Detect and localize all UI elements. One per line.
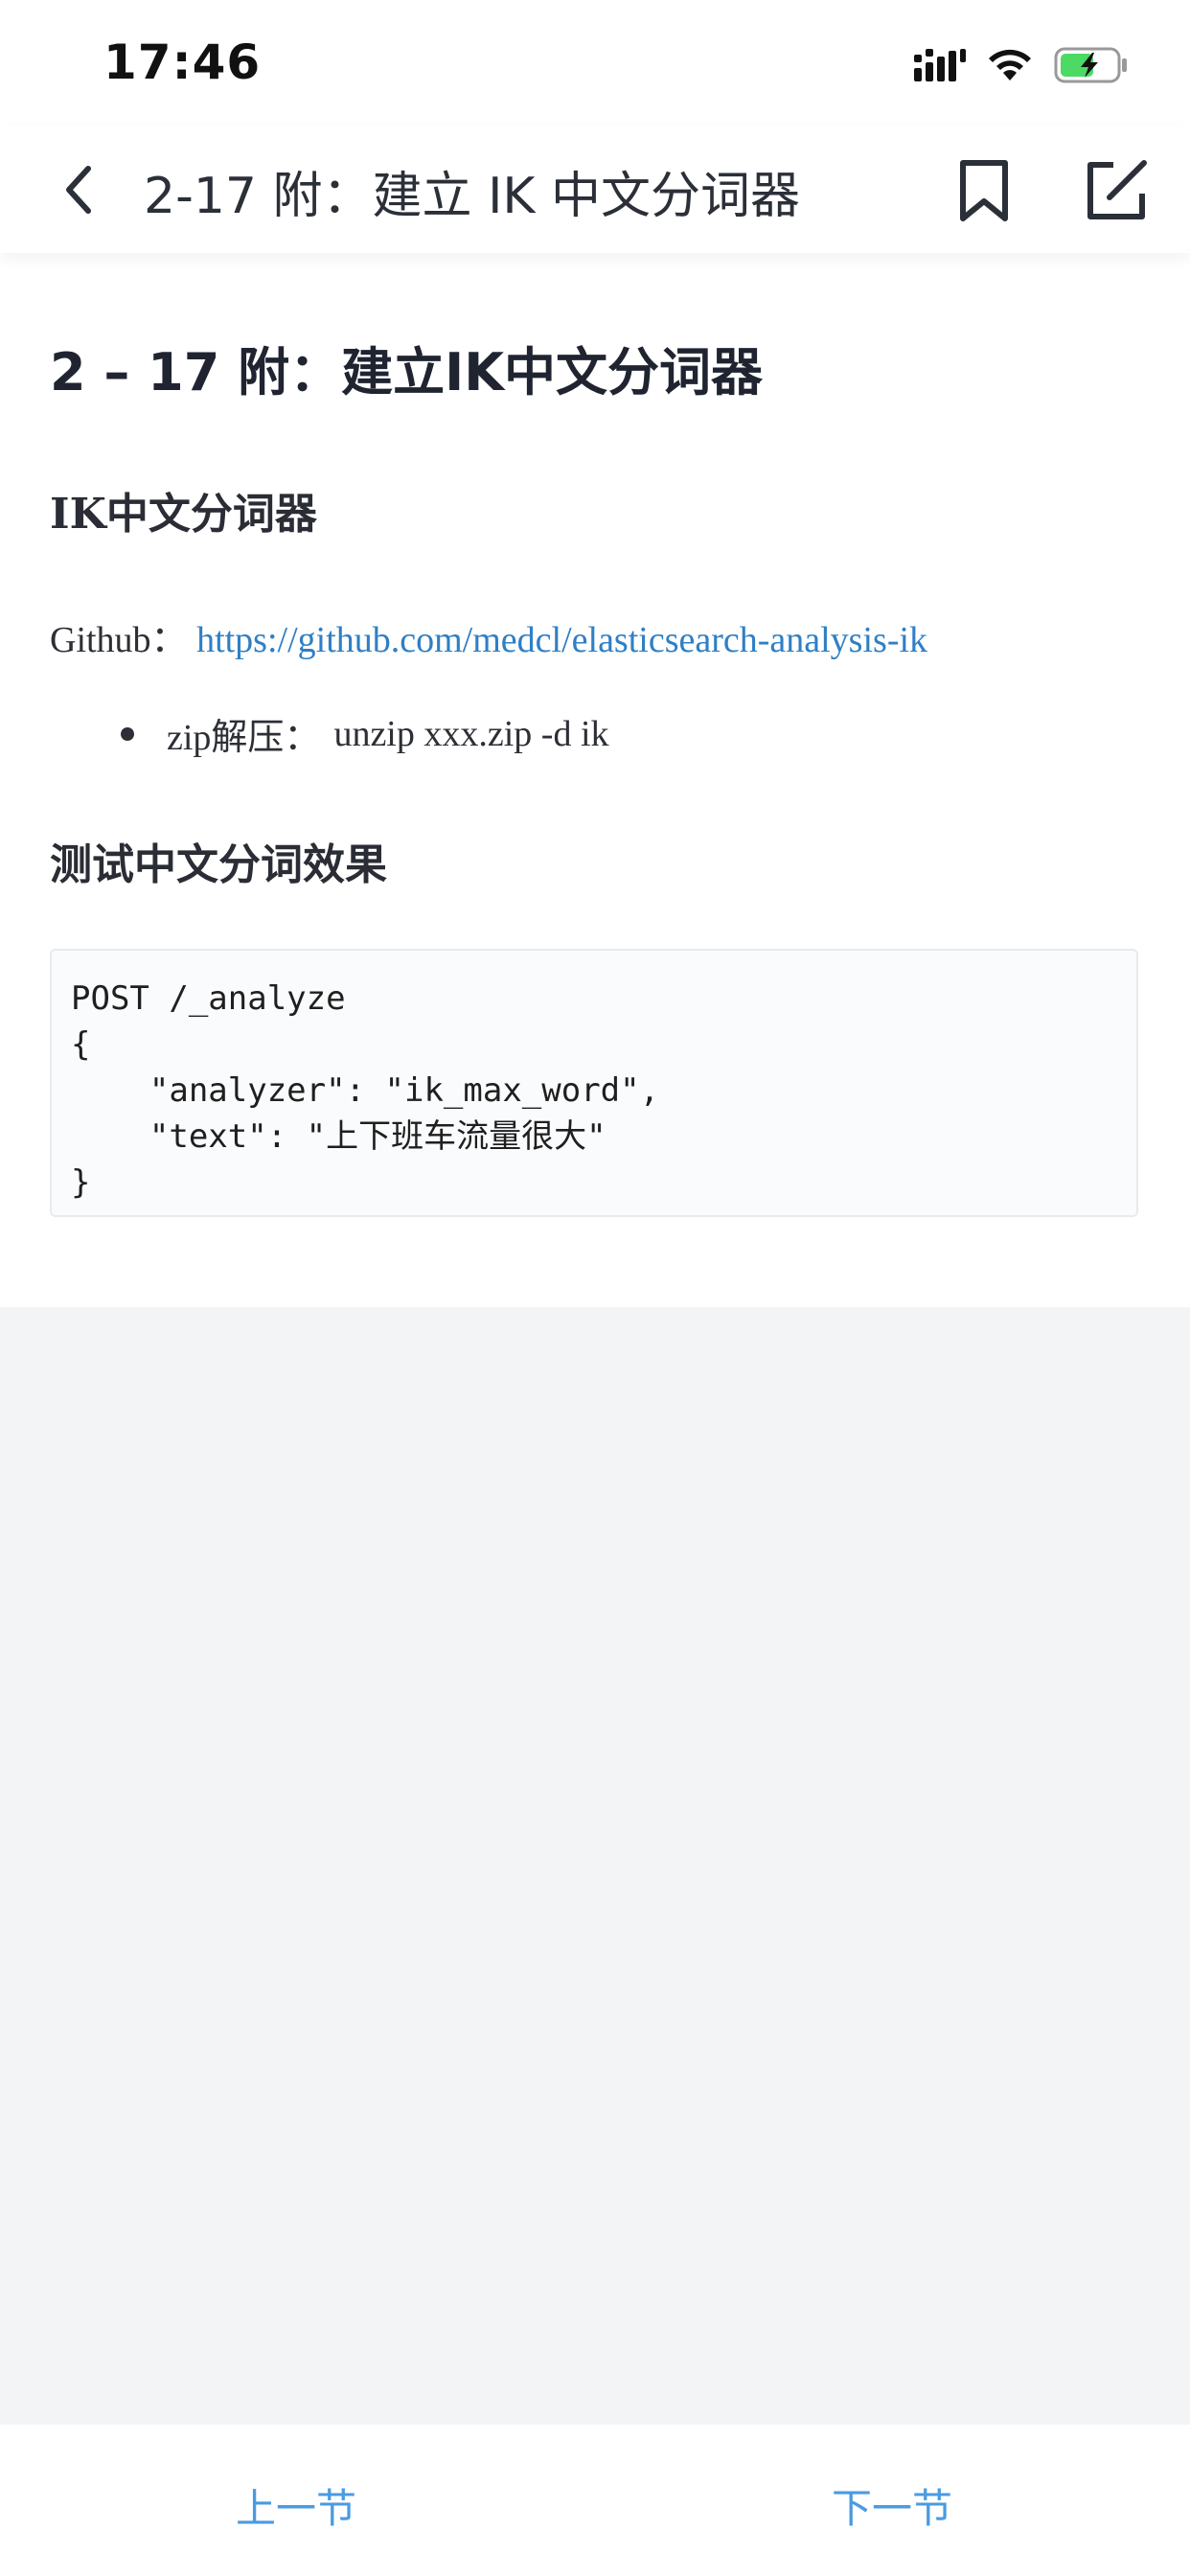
nav-bar: 2-17 附：建立 IK 中文分词器 [0, 126, 1190, 253]
back-chevron-icon [66, 166, 91, 214]
github-line: Github： https://github.com/medcl/elastic… [50, 610, 927, 662]
back-button[interactable] [50, 161, 107, 218]
next-section-button[interactable]: 下一节 [832, 2476, 952, 2535]
nav-title: 2-17 附：建立 IK 中文分词器 [144, 168, 801, 225]
edit-icon [1087, 160, 1147, 219]
bookmark-button[interactable] [952, 157, 1016, 224]
code-block: POST /_analyze { "analyzer": "ik_max_wor… [50, 949, 1138, 1217]
list-item: zip解压： unzip xxx.zip -d ik [121, 707, 609, 760]
bookmark-icon [960, 160, 1008, 221]
signal-icon [914, 49, 966, 81]
bottom-bar: 上一节 下一节 [0, 2425, 1190, 2576]
github-link[interactable]: https://github.com/medcl/elasticsearch-a… [196, 620, 927, 660]
wifi-icon [989, 49, 1031, 80]
status-icons [914, 44, 1129, 86]
bullet-dot [121, 726, 134, 741]
bullet-label: zip解压： [167, 718, 321, 758]
section-heading-ik: IK中文分词器 [50, 490, 317, 539]
prev-section-button[interactable]: 上一节 [236, 2476, 356, 2535]
article-content: 2 – 17 附：建立IK中文分词器 IK中文分词器 Github： https… [0, 253, 1190, 1307]
status-time: 17:46 [103, 34, 262, 90]
status-bar: 17:46 [0, 0, 1190, 126]
article-title: 2 – 17 附：建立IK中文分词器 [50, 342, 764, 402]
github-label: Github： [50, 620, 188, 660]
section-heading-test: 测试中文分词效果 [50, 840, 387, 889]
edit-button[interactable] [1081, 155, 1152, 226]
bullet-command: unzip xxx.zip -d ik [333, 713, 609, 754]
battery-charging-icon [1054, 47, 1127, 83]
